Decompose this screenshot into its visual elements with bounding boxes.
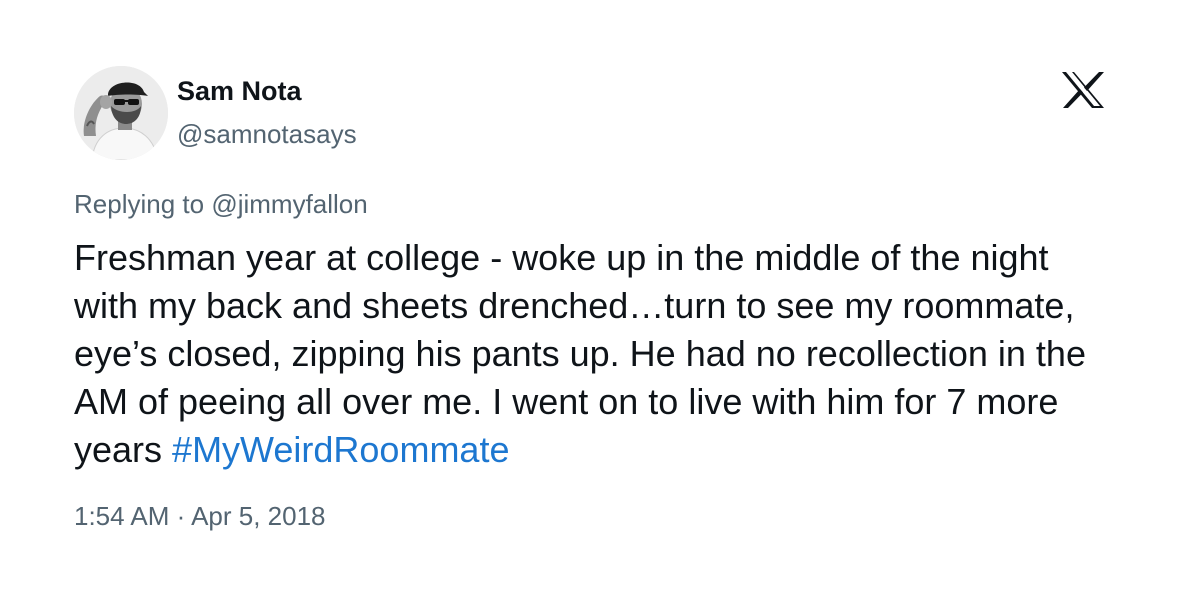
tweet-timestamp[interactable]: 1:54 AM · Apr 5, 2018 [74, 500, 326, 532]
x-logo-icon[interactable] [1060, 71, 1106, 109]
hashtag-link[interactable]: #MyWeirdRoommate [172, 429, 509, 470]
tweet-card: Sam Nota @samnotasays Replying to @jimmy… [0, 0, 1180, 600]
author-avatar[interactable] [74, 66, 168, 160]
replying-to-line: Replying to @jimmyfallon [74, 188, 368, 220]
tweet-text: Freshman year at college - woke up in th… [74, 234, 1114, 474]
replying-to-prefix: Replying to [74, 189, 212, 219]
author-display-name[interactable]: Sam Nota [177, 75, 302, 107]
user-avatar-photo-icon [74, 66, 168, 160]
author-handle[interactable]: @samnotasays [177, 118, 357, 150]
replying-to-mention-link[interactable]: @jimmyfallon [211, 189, 367, 219]
